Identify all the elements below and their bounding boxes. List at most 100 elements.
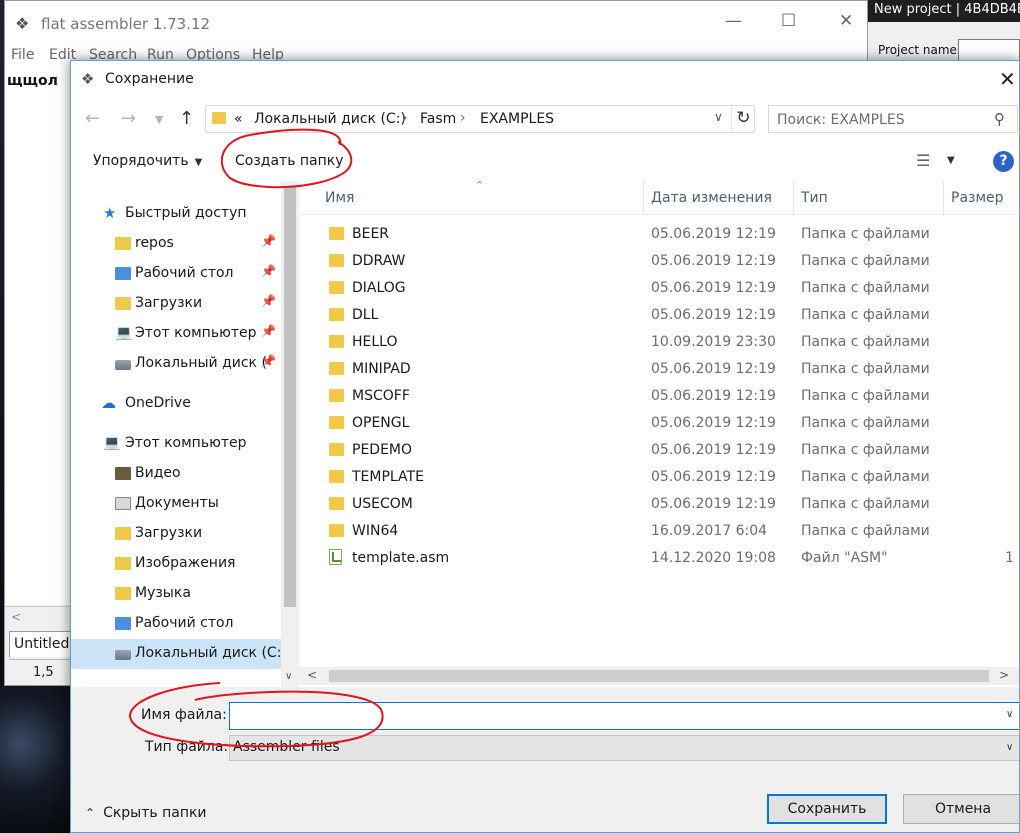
file-row[interactable]: template.asm 14.12.2020 19:08 Файл "ASM" 1 … — [299, 545, 1019, 572]
hide-folders-toggle[interactable]: ⌃ Скрыть папки — [85, 805, 207, 821]
scroll-left-icon[interactable]: < — [11, 610, 21, 624]
folder-icon — [329, 497, 344, 510]
file-date: 05.06.2019 12:19 — [651, 442, 776, 458]
file-name: DIALOG — [352, 280, 406, 296]
nav-pictures[interactable]: Изображения — [71, 549, 281, 579]
breadcrumb-local-disk[interactable]: Локальный диск (C:) — [254, 111, 406, 127]
nav-local-disk-pinned[interactable]: Локальный диск ( 📌 — [71, 349, 281, 379]
file-row[interactable]: DIALOG 05.06.2019 12:19 Папка с файлами — [299, 275, 1019, 302]
close-icon[interactable]: ✕ — [839, 11, 853, 31]
sort-ascending-icon: ⌃ — [475, 179, 485, 192]
dialog-title-bar[interactable]: ❖ Сохранение ✕ — [71, 61, 1019, 97]
file-name: MSCOFF — [352, 388, 410, 404]
search-icon[interactable]: ⚲ — [994, 110, 1005, 128]
column-divider[interactable] — [643, 181, 644, 215]
file-row[interactable]: MINIPAD 05.06.2019 12:19 Папка с файлами — [299, 356, 1019, 383]
save-button[interactable]: Сохранить — [767, 794, 887, 824]
file-date: 16.09.2017 6:04 — [651, 523, 768, 539]
nav-quick-access[interactable]: ★ Быстрый доступ — [71, 199, 281, 229]
file-type: Файл "ASM" — [801, 550, 888, 566]
up-arrow-icon[interactable]: ↑ — [179, 108, 194, 129]
file-row[interactable]: MSCOFF 05.06.2019 12:19 Папка с файлами — [299, 383, 1019, 410]
file-list-hscroll[interactable]: < > — [299, 667, 1019, 685]
editor-tab-untitled[interactable]: Untitled — [9, 631, 75, 657]
file-row[interactable]: HELLO 10.09.2019 23:30 Папка с файлами — [299, 329, 1019, 356]
file-row[interactable]: OPENGL 05.06.2019 12:19 Папка с файлами — [299, 410, 1019, 437]
nav-documents[interactable]: Документы — [71, 489, 281, 519]
minimize-icon[interactable]: — — [725, 11, 742, 31]
file-type: Папка с файлами — [801, 388, 930, 404]
maximize-icon[interactable]: ☐ — [781, 11, 796, 31]
nav-downloads-pinned[interactable]: Загрузки 📌 — [71, 289, 281, 319]
nav-desktop[interactable]: Рабочий стол — [71, 609, 281, 639]
nav-onedrive[interactable]: ☁ OneDrive — [71, 389, 281, 419]
column-size[interactable]: Размер — [951, 190, 1004, 206]
breadcrumb-fasm[interactable]: Fasm — [420, 111, 456, 127]
project-window-title[interactable]: New project | 4B4DB4B — [868, 0, 1020, 22]
organize-button[interactable]: Упорядочить ▼ — [93, 153, 202, 169]
file-row[interactable]: WIN64 16.09.2017 6:04 Папка с файлами — [299, 518, 1019, 545]
filename-dropdown-icon[interactable]: ∨ — [1006, 709, 1013, 720]
hscroll-thumb[interactable] — [329, 670, 989, 682]
refresh-icon[interactable]: ↻ — [731, 105, 755, 133]
column-divider[interactable] — [943, 181, 944, 215]
file-row[interactable]: USECOM 05.06.2019 12:19 Папка с файлами — [299, 491, 1019, 518]
column-name[interactable]: Имя — [325, 190, 354, 206]
column-divider[interactable] — [793, 181, 794, 215]
column-type[interactable]: Тип — [801, 190, 828, 206]
file-row[interactable]: BEER 05.06.2019 12:19 Папка с файлами — [299, 221, 1019, 248]
file-row[interactable]: PEDEMO 05.06.2019 12:19 Папка с файлами — [299, 437, 1019, 464]
filetype-dropdown-icon[interactable]: ∨ — [1006, 742, 1013, 753]
view-options-icon[interactable]: ☰ — [916, 151, 930, 170]
file-row[interactable]: TEMPLATE 05.06.2019 12:19 Папка с файлами — [299, 464, 1019, 491]
nav-video[interactable]: Видео — [71, 459, 281, 489]
recent-locations-icon[interactable]: ▼ — [155, 113, 163, 126]
nav-scroll-thumb[interactable] — [284, 187, 296, 607]
scroll-down-icon[interactable]: ∨ — [285, 671, 292, 682]
breadcrumb-separator-icon[interactable]: › — [402, 110, 408, 126]
folder-icon — [329, 254, 344, 267]
filename-input[interactable] — [234, 706, 994, 726]
file-row[interactable]: DLL 05.06.2019 12:19 Папка с файлами — [299, 302, 1019, 329]
forward-arrow-icon[interactable]: → — [121, 108, 136, 129]
column-date[interactable]: Дата изменения — [651, 190, 772, 206]
nav-repos[interactable]: repos 📌 — [71, 229, 281, 259]
nav-local-disk-selected[interactable]: Локальный диск (C:) — [71, 639, 287, 669]
search-input[interactable] — [777, 110, 987, 130]
nav-desktop-pinned[interactable]: Рабочий стол 📌 — [71, 259, 281, 289]
editor-hscroll[interactable]: < — [5, 606, 71, 628]
address-dropdown-icon[interactable]: ∨ — [714, 110, 723, 124]
breadcrumb-examples[interactable]: EXAMPLES — [480, 111, 554, 127]
dialog-close-icon[interactable]: ✕ — [999, 67, 1016, 91]
back-arrow-icon[interactable]: ← — [85, 108, 100, 129]
project-name-input[interactable] — [958, 39, 1020, 61]
nav-scrollbar[interactable]: ∨ — [281, 181, 299, 693]
nav-this-pc[interactable]: 💻 Этот компьютер — [71, 429, 281, 459]
desktop-folder-icon — [115, 267, 131, 280]
desktop-folder-icon — [115, 617, 131, 630]
cancel-button[interactable]: Отмена — [903, 794, 1019, 824]
nav-downloads[interactable]: Загрузки — [71, 519, 281, 549]
scroll-left-icon[interactable]: < — [307, 668, 317, 682]
pin-icon: 📌 — [261, 234, 276, 248]
menu-file[interactable]: File — [11, 47, 34, 63]
drive-icon — [115, 360, 131, 370]
project-name-label: Project name: — [878, 43, 961, 57]
view-dropdown-icon[interactable]: ▼ — [947, 155, 955, 166]
nav-this-pc-pinned[interactable]: 💻 Этот компьютер 📌 — [71, 319, 281, 349]
help-icon[interactable]: ? — [993, 151, 1014, 172]
file-name: MINIPAD — [352, 361, 411, 377]
video-folder-icon — [115, 467, 131, 480]
breadcrumb-overflow[interactable]: « — [234, 111, 243, 127]
new-folder-button[interactable]: Создать папку — [235, 153, 344, 169]
breadcrumb-separator-icon[interactable]: › — [460, 110, 466, 126]
fasm-editor[interactable]: щщол — [5, 65, 71, 605]
address-bar[interactable]: « Локальный диск (C:) › Fasm › EXAMPLES … — [205, 105, 755, 133]
file-row[interactable]: DDRAW 05.06.2019 12:19 Папка с файлами — [299, 248, 1019, 275]
fasm-title-bar[interactable]: ❖ flat assembler 1.73.12 — ☐ ✕ — [5, 1, 867, 45]
filename-field[interactable]: ∨ — [229, 702, 1019, 730]
scroll-right-icon[interactable]: > — [999, 668, 1009, 682]
filetype-select[interactable]: Assembler files ∨ — [229, 735, 1019, 761]
search-box[interactable]: ⚲ — [768, 105, 1018, 133]
nav-music[interactable]: Музыка — [71, 579, 281, 609]
